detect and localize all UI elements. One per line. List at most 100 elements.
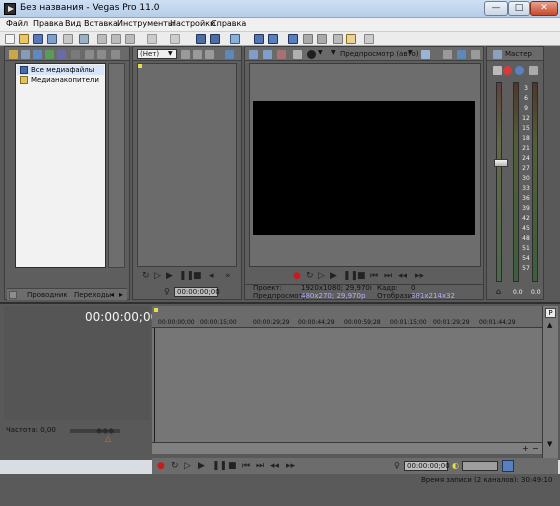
up-folder-icon[interactable] [9, 50, 18, 59]
preview-quality-chevron-icon[interactable]: ▼ [318, 49, 323, 56]
trimmer-save-icon[interactable] [181, 50, 190, 59]
scroll-down-icon[interactable]: ▼ [547, 440, 552, 448]
paste-icon[interactable] [125, 34, 135, 44]
horizontal-scrollbar[interactable]: + − [152, 442, 542, 454]
zoom-in-icon[interactable]: + [522, 444, 529, 453]
play-icon[interactable]: ▶ [166, 271, 173, 281]
preview-loop-icon[interactable]: ↻ [306, 271, 314, 281]
preview-fx-icon[interactable] [277, 50, 286, 59]
tab-close-icon[interactable] [9, 291, 17, 299]
playhead-cursor[interactable] [154, 328, 155, 442]
preview-properties-icon[interactable] [249, 50, 258, 59]
pause-icon[interactable]: ❚❚ [179, 271, 194, 281]
menu-help[interactable]: Справка [211, 19, 246, 28]
tab-scroll-right-icon[interactable]: ▸ [119, 290, 123, 299]
timeline-ruler[interactable]: 00:00:00;00 00:00:15;00 00:00:29;29 00:0… [152, 306, 542, 328]
menu-insert[interactable]: Вставка [84, 19, 118, 28]
save-icon[interactable] [33, 34, 43, 44]
delete-icon[interactable] [71, 50, 80, 59]
timeline-stop-icon[interactable]: ■ [228, 461, 237, 471]
preview-next-frame-icon[interactable]: ▸▸ [415, 271, 424, 281]
master-properties-icon[interactable] [493, 66, 502, 75]
tree-item-all-media[interactable]: Все медиафайлы [31, 66, 94, 74]
preview-options-icon[interactable] [471, 50, 480, 59]
dock-splitter[interactable] [0, 302, 560, 304]
timeline-go-to-end-icon[interactable]: ⏭ [256, 461, 264, 471]
zoom-edit-tool-icon[interactable] [333, 34, 343, 44]
tab-transitions[interactable]: Переходы [74, 291, 111, 299]
go-to-end-icon[interactable]: ⏭ [384, 271, 392, 281]
import-icon[interactable] [57, 50, 66, 59]
timeline-play-icon[interactable]: ▶ [198, 461, 205, 471]
pencil-tool-icon[interactable] [346, 34, 356, 44]
save-snapshot-icon[interactable] [457, 50, 466, 59]
timeline-loop-icon[interactable]: ↻ [171, 461, 179, 471]
copy-snapshot-icon[interactable] [443, 50, 452, 59]
record-icon[interactable]: ● [293, 271, 301, 281]
preview-stop-icon[interactable]: ■ [357, 271, 366, 281]
new-project-icon[interactable] [5, 34, 15, 44]
overlays-icon[interactable] [421, 50, 430, 59]
preview-quality-icon[interactable] [307, 50, 316, 59]
timeline-previous-frame-icon[interactable]: ◂◂ [270, 461, 279, 471]
scroll-up-icon[interactable]: ▲ [547, 321, 552, 329]
selection-length-field[interactable] [462, 461, 498, 471]
master-link-icon[interactable]: ⌂ [496, 287, 501, 296]
close-button[interactable]: ✕ [530, 1, 558, 16]
start-preview-icon[interactable] [85, 50, 94, 59]
stop-icon[interactable]: ■ [193, 271, 202, 281]
master-mute-icon[interactable] [503, 66, 512, 75]
play-from-start-icon[interactable]: ▷ [154, 271, 161, 281]
ripple-edit-icon[interactable] [230, 34, 240, 44]
timeline-go-to-start-icon[interactable]: ⏮ [242, 461, 250, 471]
lock-envelopes-icon[interactable] [254, 34, 264, 44]
web-icon[interactable] [45, 50, 54, 59]
redo-icon[interactable] [170, 34, 180, 44]
trimmer-view[interactable] [137, 63, 237, 267]
media-icon[interactable] [33, 50, 42, 59]
preview-mode-chevron-icon[interactable]: ▼ [331, 49, 336, 56]
preview-play-from-start-icon[interactable]: ▷ [318, 271, 325, 281]
trimmer-close-icon[interactable] [205, 50, 214, 59]
timeline-next-frame-icon[interactable]: ▸▸ [286, 461, 295, 471]
vertical-scrollbar[interactable]: P ▲ ▼ [542, 306, 558, 458]
whats-this-help-icon[interactable] [364, 34, 374, 44]
menu-file[interactable]: Файл [6, 19, 28, 28]
undo-icon[interactable] [147, 34, 157, 44]
timeline-pause-icon[interactable]: ❚❚ [212, 461, 227, 471]
copy-icon[interactable] [111, 34, 121, 44]
menu-settings[interactable]: Настройки [170, 19, 215, 28]
master-solo-icon[interactable] [515, 66, 524, 75]
preview-device-icon[interactable] [263, 50, 272, 59]
master-fx-icon[interactable] [493, 50, 502, 59]
menu-edit[interactable]: Правка [33, 19, 63, 28]
master-downmix-icon[interactable] [529, 66, 538, 75]
split-screen-icon[interactable] [293, 50, 302, 59]
timeline-tool-icon[interactable] [502, 460, 514, 472]
properties-icon[interactable] [79, 34, 89, 44]
tree-item-media-bins[interactable]: Медианакопители [31, 76, 99, 84]
trimmer-display-icon[interactable] [225, 50, 234, 59]
minimize-button[interactable]: — [484, 1, 508, 16]
tab-scroll-left-icon[interactable]: ◂ [110, 290, 114, 299]
go-to-start-icon[interactable]: ⏮ [370, 271, 378, 281]
preview-pause-icon[interactable]: ❚❚ [343, 271, 358, 281]
preview-mode-label[interactable]: Предпросмотр (авто) [340, 50, 419, 58]
cut-icon[interactable] [97, 34, 107, 44]
ignore-grouping-icon[interactable] [268, 34, 278, 44]
maximize-button[interactable]: □ [508, 1, 530, 16]
stop-preview-icon[interactable] [97, 50, 106, 59]
selection-edit-tool-icon[interactable] [317, 34, 327, 44]
auto-crossfade-icon[interactable] [210, 34, 220, 44]
master-fader-handle[interactable] [494, 159, 508, 167]
render-icon[interactable] [63, 34, 73, 44]
explorer-list-pane[interactable] [108, 63, 125, 268]
preview-mode-dropdown-icon[interactable]: ▼ [408, 49, 413, 56]
menu-tools[interactable]: Инструменты [117, 19, 174, 28]
trimmer-time-display[interactable]: 00:00:00;00 [174, 287, 220, 297]
previous-frame-icon[interactable]: ◂ [209, 271, 214, 281]
timeline-tracks-area[interactable] [152, 328, 542, 442]
zoom-out-icon[interactable]: − [532, 444, 539, 453]
track-list[interactable] [4, 328, 150, 420]
track-properties-icon[interactable]: P [545, 308, 556, 318]
